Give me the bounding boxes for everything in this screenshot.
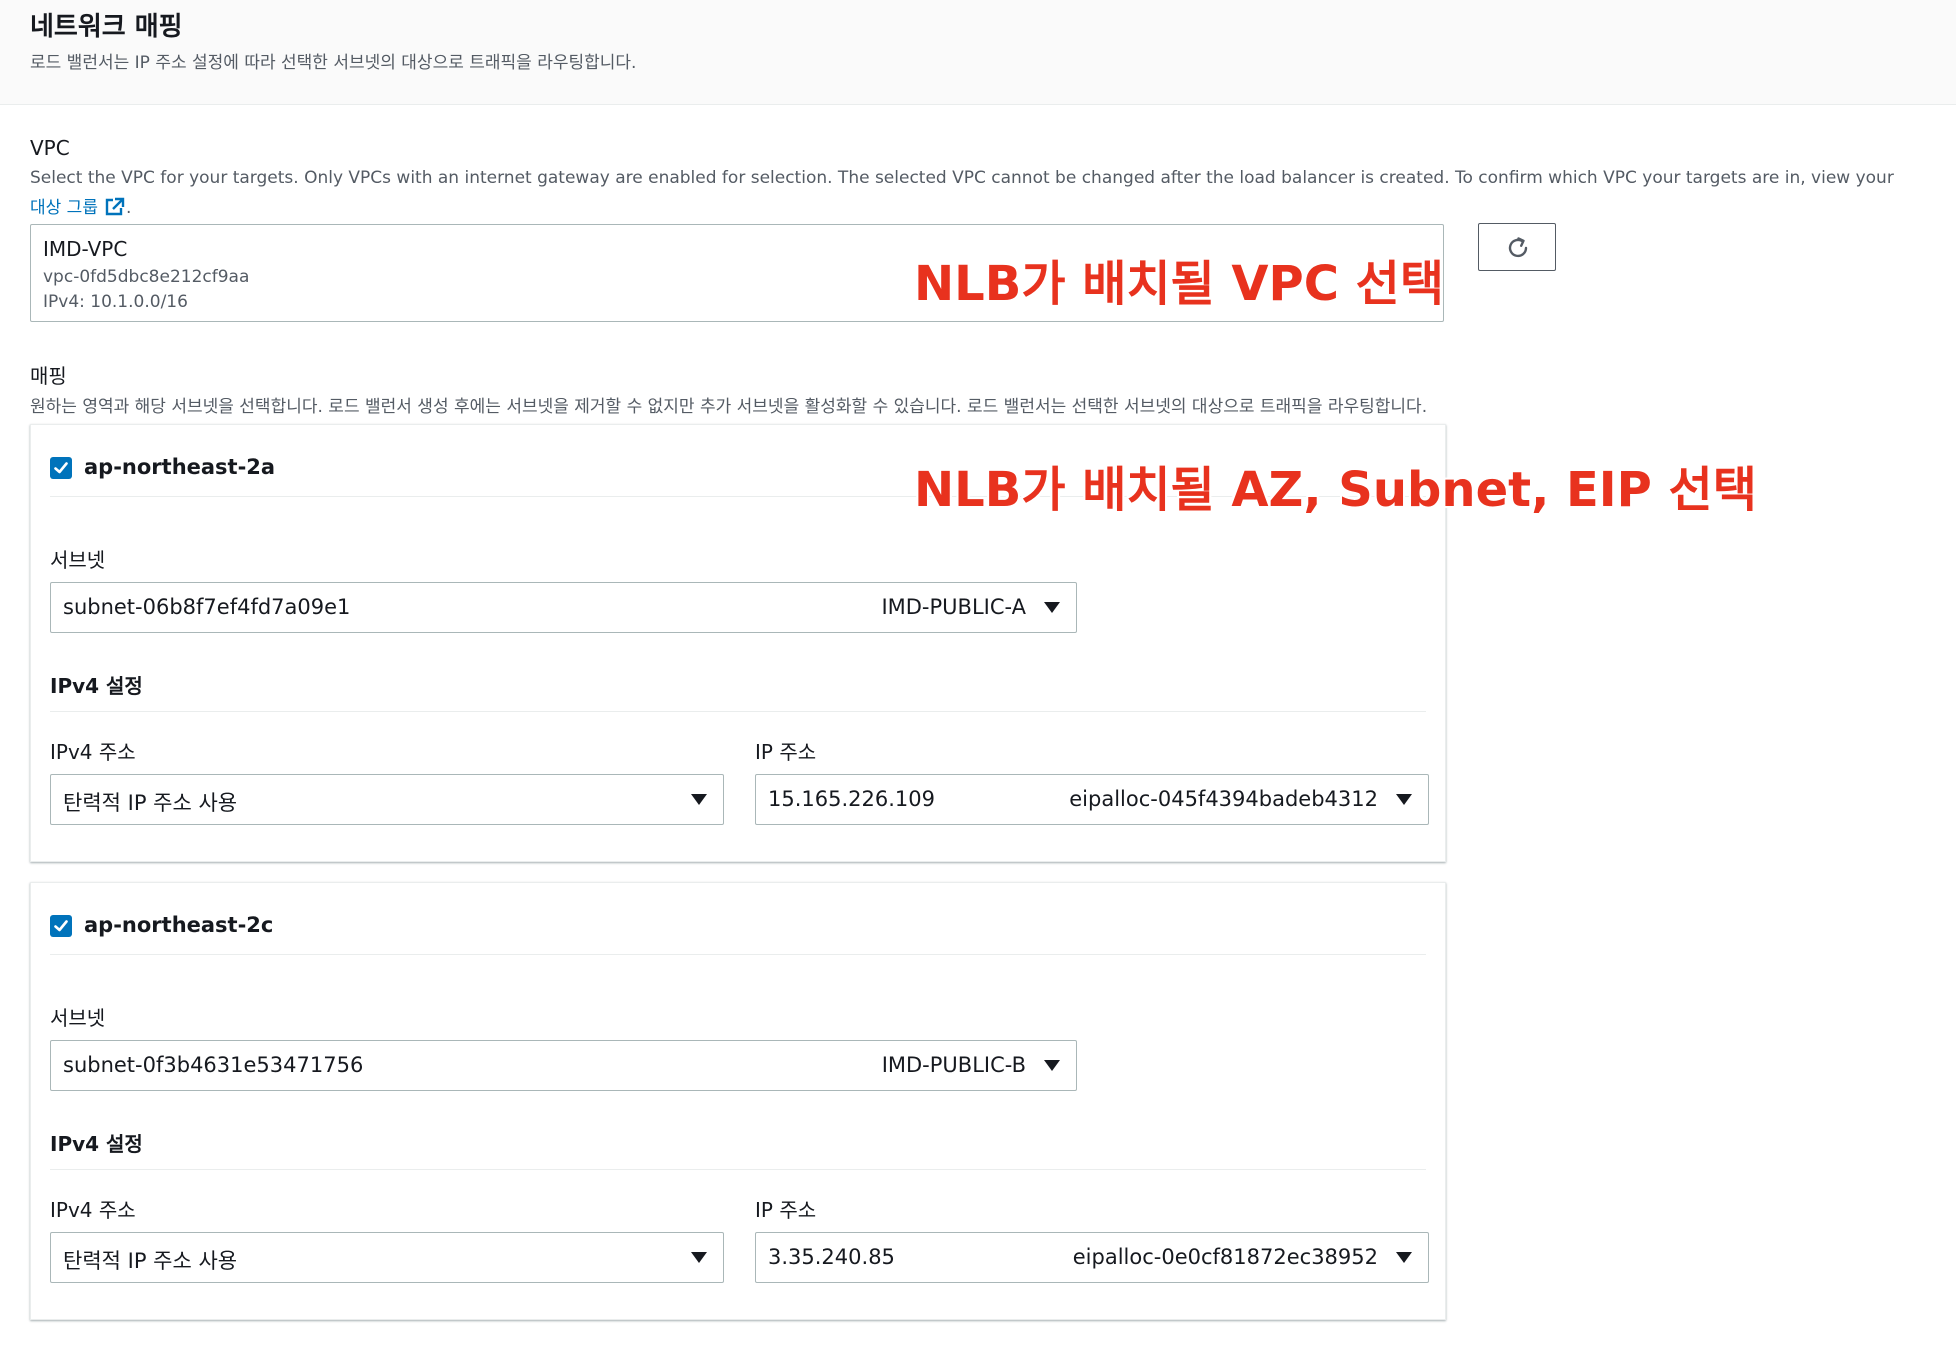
subnet-label: 서브넷 xyxy=(50,1006,106,1030)
elastic-ip-select[interactable]: 3.35.240.85 eipalloc-0e0cf81872ec38952 xyxy=(755,1232,1429,1283)
divider xyxy=(50,954,1426,955)
chevron-down-icon xyxy=(1044,1060,1060,1071)
subnet-name: IMD-PUBLIC-B xyxy=(881,1053,1026,1077)
check-icon xyxy=(54,920,68,932)
ip-address-label: IP 주소 xyxy=(755,1198,817,1222)
divider xyxy=(50,711,1426,712)
ipv4-address-select[interactable]: 탄력적 IP 주소 사용 xyxy=(50,1232,724,1283)
vpc-selected-id: vpc-0fd5dbc8e212cf9aa xyxy=(43,267,250,287)
section-header: 네트워크 매핑 로드 밸런서는 IP 주소 설정에 따라 선택한 서브넷의 대상… xyxy=(0,0,1956,105)
subnet-label: 서브넷 xyxy=(50,548,106,572)
ipv4-settings-heading: IPv4 설정 xyxy=(50,1132,143,1156)
ipv4-address-value: 탄력적 IP 주소 사용 xyxy=(63,1249,238,1273)
target-group-link[interactable]: 대상 그룹 xyxy=(30,198,98,218)
ipv4-address-label: IPv4 주소 xyxy=(50,740,136,764)
eip-allocation-id: eipalloc-045f4394badeb4312 xyxy=(1069,787,1378,811)
ipv4-settings-heading: IPv4 설정 xyxy=(50,674,143,698)
vpc-label: VPC xyxy=(30,136,70,160)
vpc-description-line2: 대상 그룹 . xyxy=(30,193,131,218)
chevron-down-icon xyxy=(1396,794,1412,805)
check-icon xyxy=(54,462,68,474)
ipv4-address-select[interactable]: 탄력적 IP 주소 사용 xyxy=(50,774,724,825)
refresh-icon xyxy=(1508,237,1528,258)
ipv4-address-label: IPv4 주소 xyxy=(50,1198,136,1222)
az-name: ap-northeast-2c xyxy=(84,913,274,937)
vpc-description: Select the VPC for your targets. Only VP… xyxy=(30,168,1894,188)
page-description: 로드 밸런서는 IP 주소 설정에 따라 선택한 서브넷의 대상으로 트래픽을 … xyxy=(30,53,637,73)
subnet-id: subnet-06b8f7ef4fd7a09e1 xyxy=(63,595,351,619)
subnet-name: IMD-PUBLIC-A xyxy=(881,595,1026,619)
mapping-label: 매핑 xyxy=(30,364,67,388)
external-link-icon xyxy=(105,197,125,216)
vpc-selected-name: IMD-VPC xyxy=(43,237,128,261)
az-checkbox[interactable] xyxy=(50,457,72,479)
refresh-button[interactable] xyxy=(1478,223,1556,271)
vpc-description-suffix: . xyxy=(125,198,132,218)
vpc-selected-cidr: IPv4: 10.1.0.0/16 xyxy=(43,292,188,312)
az-checkbox[interactable] xyxy=(50,915,72,937)
divider xyxy=(50,1169,1426,1170)
page-title: 네트워크 매핑 xyxy=(30,12,183,42)
ip-address-value: 15.165.226.109 xyxy=(768,787,935,811)
annotation-az-subnet-eip: NLB가 배치될 AZ, Subnet, EIP 선택 xyxy=(914,462,1757,518)
elastic-ip-select[interactable]: 15.165.226.109 eipalloc-045f4394badeb431… xyxy=(755,774,1429,825)
annotation-vpc: NLB가 배치될 VPC 선택 xyxy=(914,256,1444,312)
mapping-description: 원하는 영역과 해당 서브넷을 선택합니다. 로드 밸런서 생성 후에는 서브넷… xyxy=(30,397,1428,417)
ipv4-address-value: 탄력적 IP 주소 사용 xyxy=(63,791,238,815)
eip-allocation-id: eipalloc-0e0cf81872ec38952 xyxy=(1072,1245,1378,1269)
subnet-select[interactable]: subnet-06b8f7ef4fd7a09e1 IMD-PUBLIC-A xyxy=(50,582,1077,633)
ip-address-value: 3.35.240.85 xyxy=(768,1245,895,1269)
az-card-ap-northeast-2c: ap-northeast-2c 서브넷 subnet-0f3b4631e5347… xyxy=(30,882,1446,1320)
chevron-down-icon xyxy=(1396,1252,1412,1263)
chevron-down-icon xyxy=(691,794,707,805)
az-name: ap-northeast-2a xyxy=(84,455,276,479)
chevron-down-icon xyxy=(691,1252,707,1263)
chevron-down-icon xyxy=(1044,602,1060,613)
subnet-id: subnet-0f3b4631e53471756 xyxy=(63,1053,364,1077)
ip-address-label: IP 주소 xyxy=(755,740,817,764)
subnet-select[interactable]: subnet-0f3b4631e53471756 IMD-PUBLIC-B xyxy=(50,1040,1077,1091)
